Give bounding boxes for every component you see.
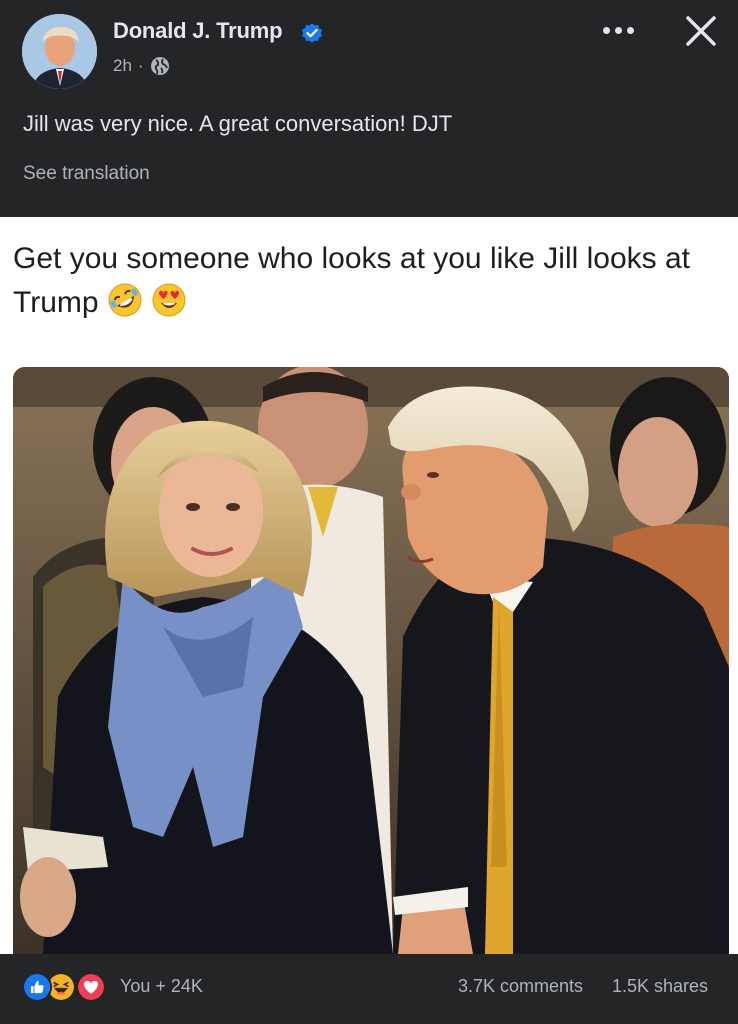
see-translation-link[interactable]: See translation bbox=[23, 163, 150, 185]
reaction-icons[interactable] bbox=[22, 972, 118, 1002]
post-timestamp[interactable]: 2h bbox=[113, 56, 132, 76]
globe-icon[interactable] bbox=[150, 56, 170, 76]
photo bbox=[13, 367, 729, 954]
shares-count[interactable]: 1.5K shares bbox=[612, 976, 708, 997]
more-dot-icon bbox=[614, 26, 622, 34]
author-name[interactable]: Donald J. Trump bbox=[113, 18, 283, 44]
author-avatar[interactable] bbox=[22, 14, 97, 89]
image-caption: Get you someone who looks at you like Ji… bbox=[13, 237, 728, 325]
love-icon bbox=[76, 972, 106, 1002]
heart-eyes-emoji bbox=[152, 283, 186, 317]
post-header: Donald J. Trump 2h · Jill was very nice.… bbox=[0, 0, 738, 217]
close-icon[interactable] bbox=[680, 10, 722, 52]
more-options-button[interactable] bbox=[596, 16, 640, 44]
post-text: Jill was very nice. A great conversation… bbox=[23, 111, 453, 136]
meta-separator: · bbox=[137, 56, 144, 75]
post-image[interactable]: Get you someone who looks at you like Ji… bbox=[0, 217, 738, 954]
comments-count[interactable]: 3.7K comments bbox=[458, 976, 583, 997]
reaction-count[interactable]: You + 24K bbox=[120, 976, 203, 997]
reactions-bar: You + 24K 3.7K comments 1.5K shares bbox=[0, 954, 738, 1024]
post-meta: 2h · bbox=[113, 56, 170, 76]
more-dot-icon bbox=[602, 26, 610, 34]
rolling-on-floor-laughing-emoji bbox=[108, 283, 142, 317]
like-icon bbox=[22, 972, 52, 1002]
more-dot-icon bbox=[626, 26, 634, 34]
verified-badge-icon bbox=[302, 23, 322, 43]
